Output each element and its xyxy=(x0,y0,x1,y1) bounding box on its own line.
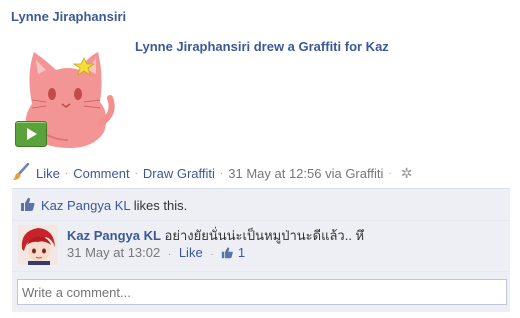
comment-like-link[interactable]: Like xyxy=(179,245,203,260)
post-author[interactable]: Lynne Jiraphansiri xyxy=(11,9,126,24)
feedback-box: Kaz Pangya KL likes this. Kaz Pangya KL … xyxy=(12,188,510,316)
comment-author-link[interactable]: Kaz Pangya KL xyxy=(67,228,161,243)
comment-text: อย่างยัยนั่นน่ะเป็นหมูป่านะดีแล้ว.. หึ xyxy=(160,228,365,243)
paintbrush-icon xyxy=(12,162,30,184)
post-actions: Like · Comment · Draw Graffiti · 31 May … xyxy=(12,162,413,184)
comment-timestamp[interactable]: 31 May at 13:02 xyxy=(67,245,160,260)
post-timestamp[interactable]: 31 May at 12:56 via Graffiti xyxy=(228,166,383,181)
likes-suffix: likes this. xyxy=(130,198,188,213)
separator-dot: · xyxy=(134,167,138,179)
thumbs-up-icon xyxy=(20,196,36,215)
comment-input[interactable] xyxy=(17,279,507,305)
comment-like-count[interactable]: 1 xyxy=(238,245,245,260)
separator-dot: · xyxy=(167,249,172,260)
separator-dot: · xyxy=(388,167,392,179)
write-comment-row xyxy=(12,271,510,312)
thumbs-up-icon[interactable] xyxy=(221,246,234,262)
likes-row: Kaz Pangya KL likes this. xyxy=(12,188,510,220)
like-link[interactable]: Like xyxy=(36,166,60,181)
draw-graffiti-link[interactable]: Draw Graffiti xyxy=(143,166,215,181)
post-headline: Lynne Jiraphansiri drew a Graffiti for K… xyxy=(135,39,389,54)
play-button[interactable] xyxy=(15,121,47,147)
separator-dot: · xyxy=(64,167,69,179)
avatar[interactable] xyxy=(18,225,58,265)
liker-name-link[interactable]: Kaz Pangya KL xyxy=(41,198,130,213)
separator-dot: · xyxy=(219,167,224,179)
comment-link[interactable]: Comment xyxy=(73,166,129,181)
comment-item: Kaz Pangya KL อย่างยัยนั่นน่ะเป็นหมูป่าน… xyxy=(12,220,510,271)
gear-icon[interactable]: ✲ xyxy=(401,165,413,182)
separator-dot: · xyxy=(210,249,214,260)
